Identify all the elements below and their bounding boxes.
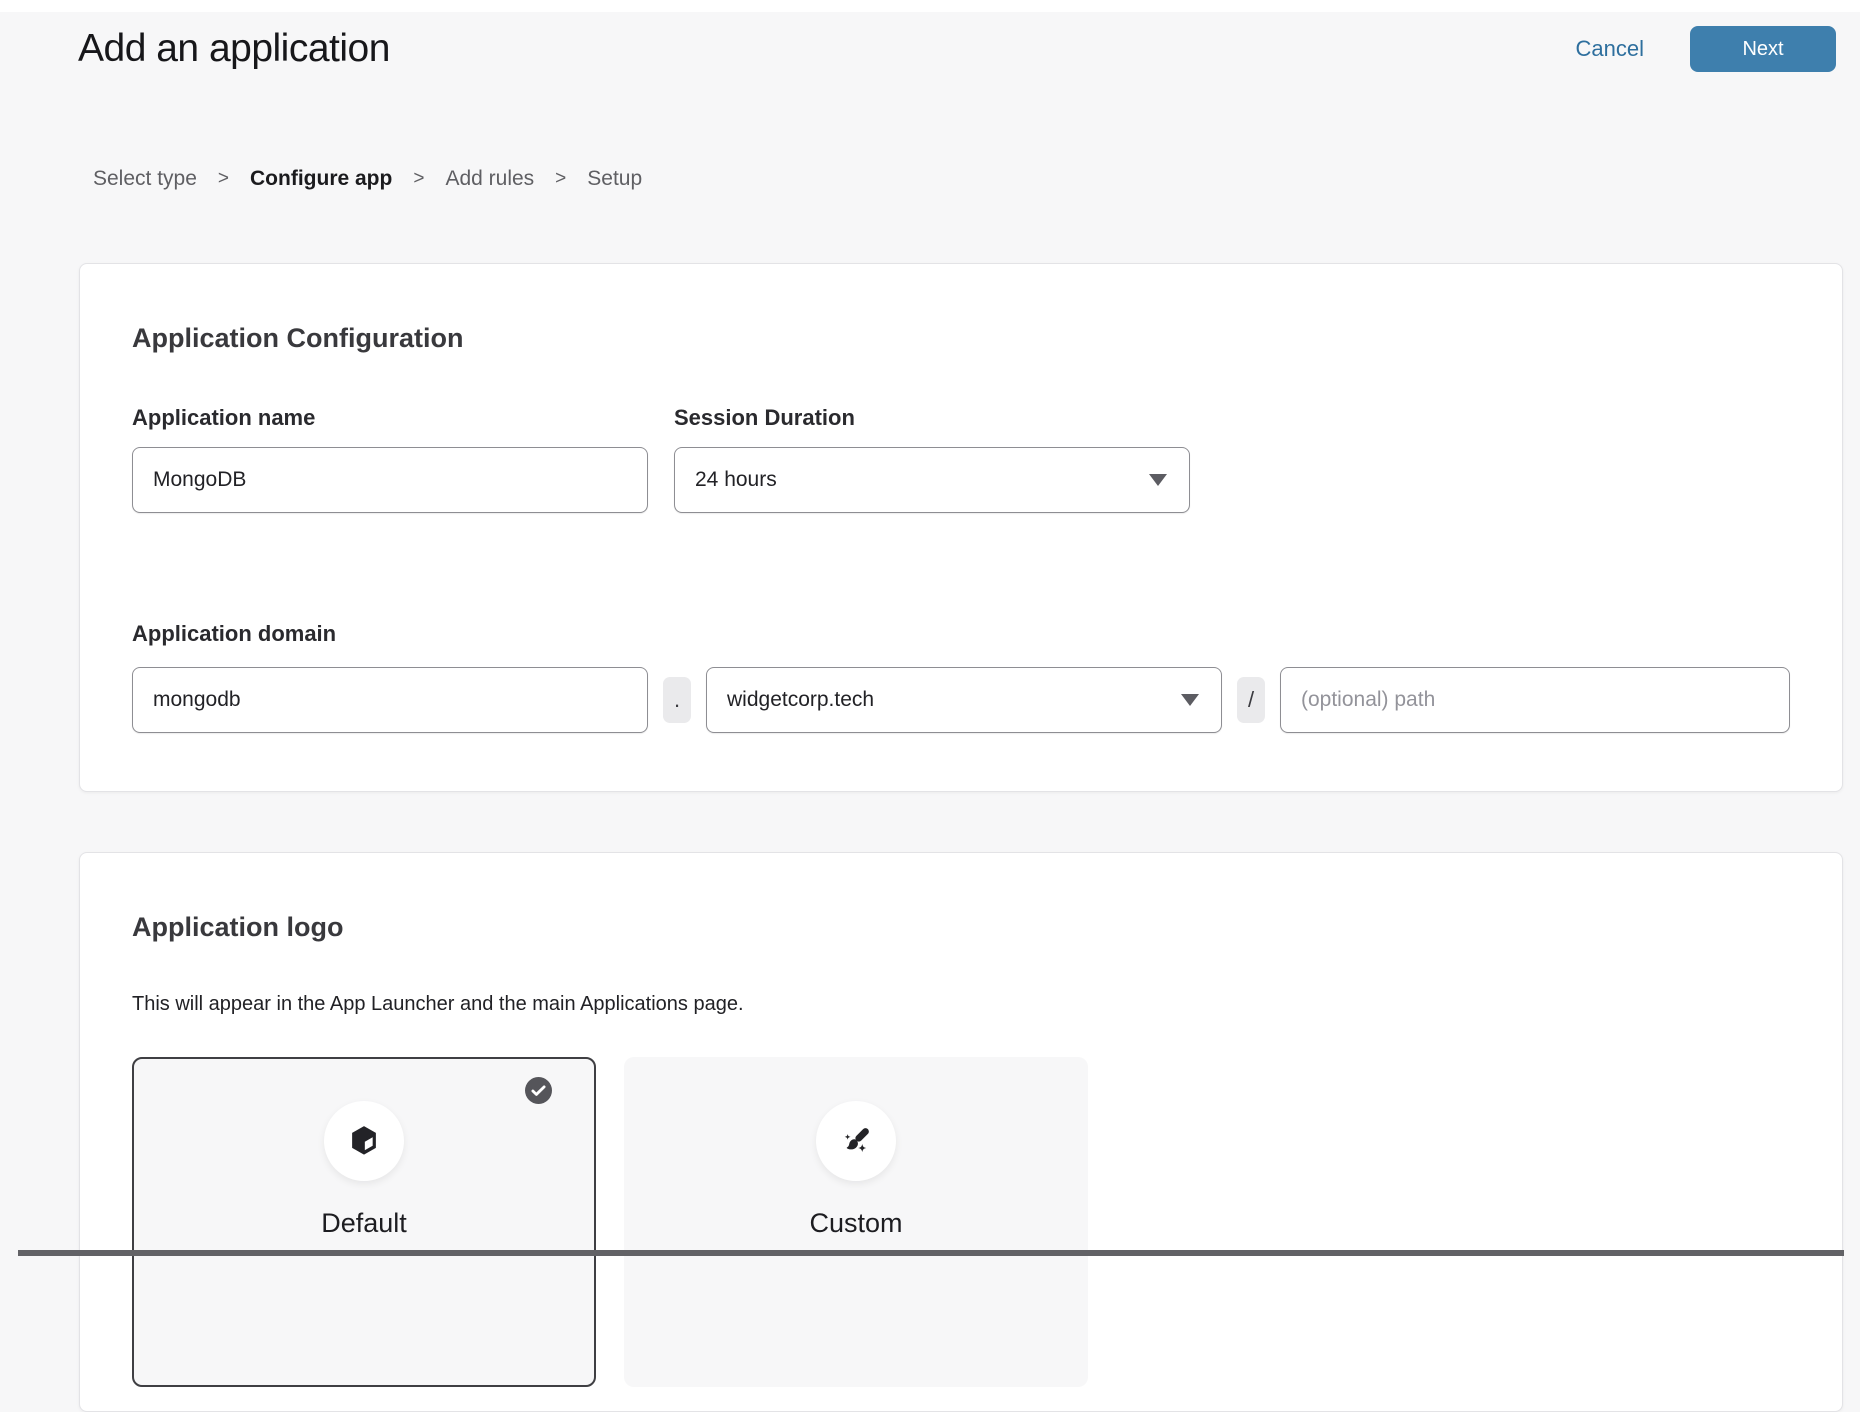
application-configuration-heading: Application Configuration <box>132 322 1790 354</box>
breadcrumb-configure-app[interactable]: Configure app <box>250 167 392 191</box>
page-title: Add an application <box>78 25 390 73</box>
window-bottom-edge <box>18 1250 1844 1256</box>
cancel-button[interactable]: Cancel <box>1576 36 1644 62</box>
logo-option-label: Default <box>134 1208 594 1239</box>
application-domain-section: Application domain . widgetcorp.tech / <box>132 621 1790 733</box>
slash-separator: / <box>1237 677 1265 723</box>
application-configuration-card: Application Configuration Application na… <box>79 263 1843 792</box>
logo-option-default[interactable]: Default <box>132 1057 596 1387</box>
breadcrumb-separator: > <box>218 168 229 190</box>
page-header: Add an application Cancel Next <box>0 12 1860 73</box>
cube-icon <box>345 1122 383 1160</box>
breadcrumb-separator: > <box>413 168 424 190</box>
header-actions: Cancel Next <box>1576 26 1836 72</box>
application-name-label: Application name <box>132 405 648 431</box>
session-duration-value: 24 hours <box>695 468 777 492</box>
main-content: Application Configuration Application na… <box>0 263 1860 1412</box>
application-logo-card: Application logo This will appear in the… <box>79 852 1843 1412</box>
domain-select[interactable]: widgetcorp.tech <box>706 667 1222 733</box>
logo-options: Default Custom <box>132 1057 1790 1387</box>
next-button[interactable]: Next <box>1690 26 1836 72</box>
breadcrumb-separator: > <box>555 168 566 190</box>
dot-separator: . <box>663 677 691 723</box>
name-session-row: Application name Session Duration 24 hou… <box>132 405 1790 513</box>
breadcrumb-select-type[interactable]: Select type <box>93 167 197 191</box>
custom-logo-circle <box>816 1101 896 1181</box>
session-duration-label: Session Duration <box>674 405 1190 431</box>
top-strip <box>0 0 1860 12</box>
session-duration-select[interactable]: 24 hours <box>674 447 1190 513</box>
application-logo-heading: Application logo <box>132 911 1790 943</box>
breadcrumb-add-rules[interactable]: Add rules <box>445 167 534 191</box>
subdomain-input[interactable] <box>132 667 648 733</box>
application-name-input[interactable] <box>132 447 648 513</box>
session-duration-field: Session Duration 24 hours <box>674 405 1190 513</box>
paintbrush-icon <box>836 1121 876 1161</box>
chevron-down-icon <box>1149 474 1167 486</box>
chevron-down-icon <box>1181 694 1199 706</box>
path-input[interactable] <box>1280 667 1790 733</box>
breadcrumb: Select type > Configure app > Add rules … <box>0 167 1860 191</box>
logo-option-label: Custom <box>626 1208 1086 1239</box>
logo-option-custom[interactable]: Custom <box>624 1057 1088 1387</box>
application-logo-description: This will appear in the App Launcher and… <box>132 991 1790 1017</box>
application-domain-row: . widgetcorp.tech / <box>132 667 1790 733</box>
check-icon <box>525 1077 552 1104</box>
default-logo-circle <box>324 1101 404 1181</box>
application-name-field: Application name <box>132 405 648 513</box>
application-domain-label: Application domain <box>132 621 1790 647</box>
domain-select-value: widgetcorp.tech <box>727 688 874 712</box>
breadcrumb-setup[interactable]: Setup <box>587 167 642 191</box>
